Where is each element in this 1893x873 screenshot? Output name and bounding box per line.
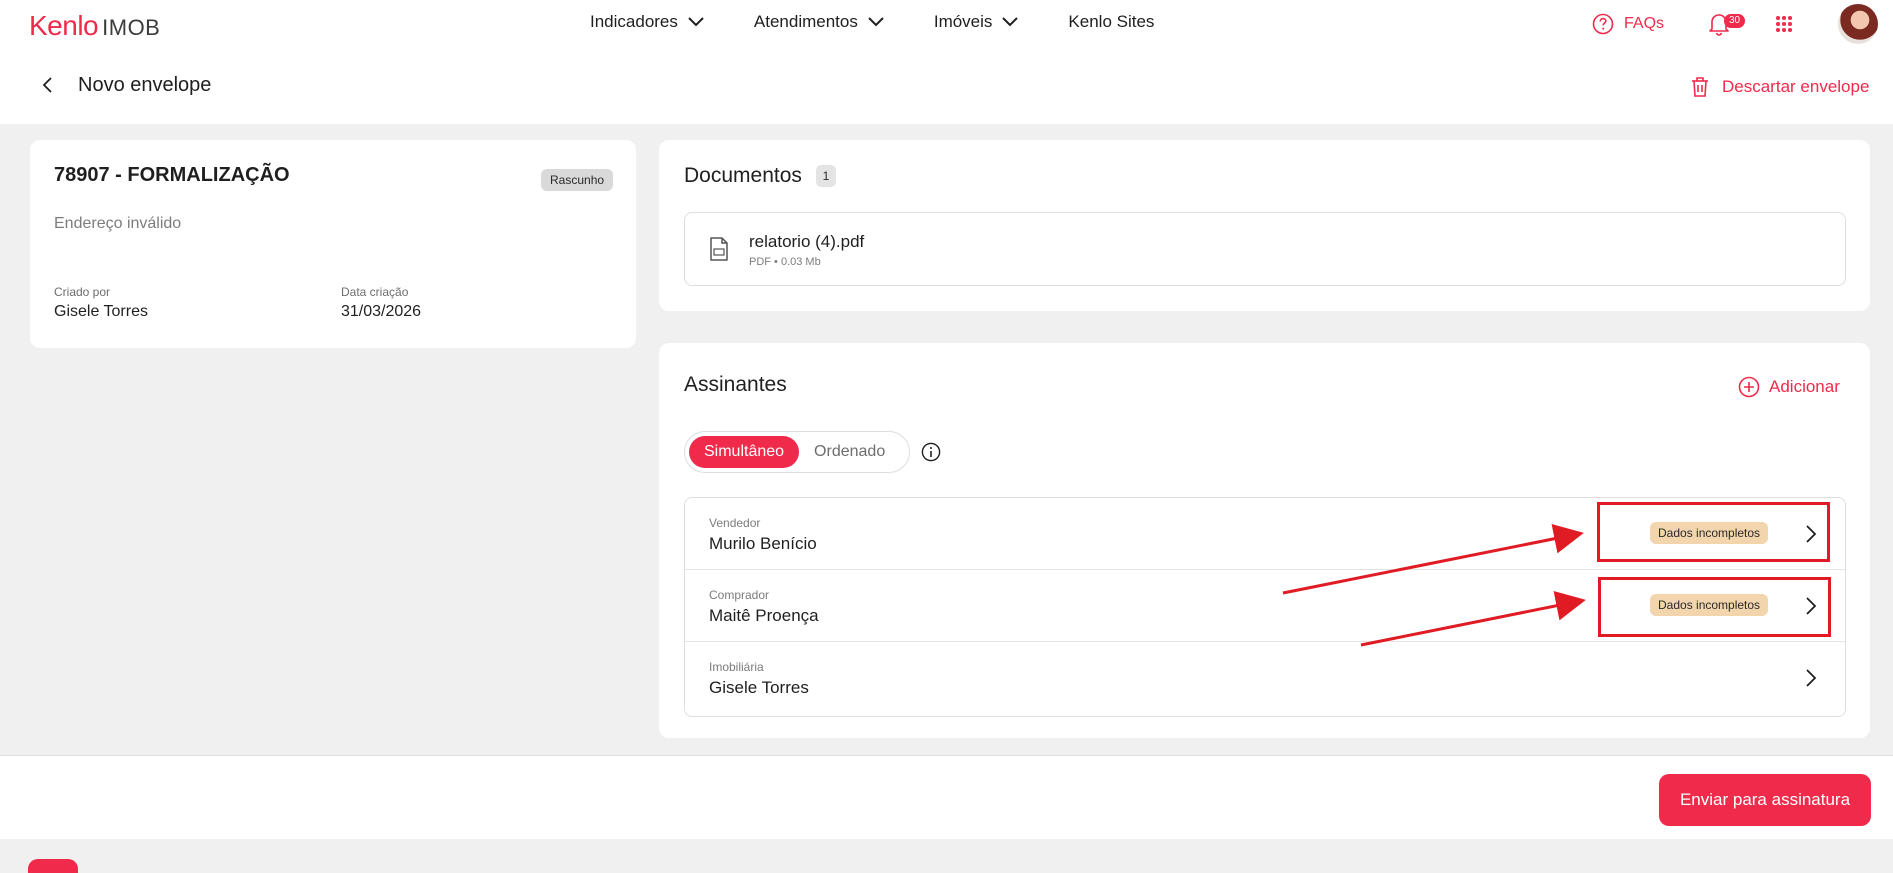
page-header: Novo envelope Descartar envelope — [0, 48, 1893, 124]
chevron-down-icon — [1002, 17, 1019, 27]
chat-widget-tab[interactable] — [28, 859, 78, 873]
signer-name: Gisele Torres — [709, 678, 809, 697]
chevron-down-icon — [868, 17, 884, 27]
nav-item-atendimentos[interactable]: Atendimentos — [754, 12, 884, 32]
logo-product: IMOB — [102, 15, 161, 40]
signer-row-imobiliaria[interactable]: Imobiliária Gisele Torres — [685, 642, 1845, 714]
send-for-signature-button[interactable]: Enviar para assinatura — [1659, 774, 1871, 826]
highlight-box — [1597, 502, 1830, 562]
signer-name: Murilo Benício — [709, 534, 817, 553]
nav-item-label: Kenlo Sites — [1068, 12, 1155, 31]
main-nav: Indicadores Atendimentos Imóveis Kenlo S… — [590, 12, 1204, 32]
signers-title: Assinantes — [684, 373, 787, 396]
faqs-label: FAQs — [1624, 15, 1665, 32]
mode-option-simultaneo[interactable]: Simultâneo — [689, 436, 800, 468]
discard-label: Descartar envelope — [1722, 77, 1870, 96]
signing-mode-toggle: Simultâneo Ordenado — [684, 431, 910, 473]
envelope-address: Endereço inválido — [54, 215, 182, 232]
logo-brand: Kenlo — [29, 10, 99, 41]
pdf-file-icon — [710, 237, 728, 261]
created-date-label: Data criação — [341, 285, 409, 299]
faqs-link[interactable]: FAQs — [1592, 13, 1664, 35]
highlight-box — [1598, 577, 1831, 637]
nav-item-indicadores[interactable]: Indicadores — [590, 12, 704, 32]
page-footer: Enviar para assinatura — [0, 755, 1893, 839]
signer-role: Imobiliária — [709, 660, 764, 674]
envelope-summary-card: 78907 - FORMALIZAÇÃO Rascunho Endereço i… — [30, 140, 636, 348]
signer-role: Comprador — [709, 588, 770, 602]
info-icon[interactable] — [921, 442, 941, 462]
documents-card: Documentos 1 relatorio (4).pdf PDF • 0.0… — [659, 140, 1870, 311]
chevron-down-icon — [688, 17, 704, 27]
add-signer-label: Adicionar — [1769, 377, 1840, 396]
add-signer-button[interactable]: Adicionar — [1738, 376, 1840, 398]
plus-circle-icon — [1738, 376, 1760, 398]
document-item[interactable]: relatorio (4).pdf PDF • 0.03 Mb — [684, 212, 1846, 286]
help-circle-icon — [1592, 13, 1614, 35]
nav-item-imoveis[interactable]: Imóveis — [934, 12, 1019, 32]
top-navigation-bar: Kenlo IMOB Indicadores Atendimentos Imóv… — [0, 0, 1893, 48]
signer-name: Maitê Proença — [709, 606, 819, 625]
nav-item-label: Imóveis — [933, 12, 993, 31]
documents-title: Documentos — [684, 164, 802, 187]
nav-item-label: Atendimentos — [753, 12, 858, 31]
envelope-title: 78907 - FORMALIZAÇÃO — [54, 164, 290, 186]
documents-count-badge: 1 — [816, 165, 836, 187]
status-badge: Rascunho — [541, 169, 614, 191]
document-name: relatorio (4).pdf — [749, 232, 865, 251]
nav-item-kenlo-sites[interactable]: Kenlo Sites — [1068, 12, 1154, 32]
discard-envelope-button[interactable]: Descartar envelope — [1690, 76, 1869, 98]
back-arrow-icon[interactable] — [41, 76, 53, 94]
page-title: Novo envelope — [78, 74, 212, 96]
nav-item-label: Indicadores — [590, 12, 678, 31]
apps-grid-icon[interactable] — [1775, 15, 1793, 33]
mode-option-ordenado[interactable]: Ordenado — [799, 436, 900, 468]
signer-role: Vendedor — [709, 516, 761, 530]
trash-icon — [1692, 77, 1708, 97]
kenlo-imob-logo[interactable]: Kenlo IMOB — [29, 10, 160, 42]
chevron-right-icon — [1806, 669, 1817, 687]
created-by-label: Criado por — [54, 285, 111, 299]
notification-count-badge: 30 — [1724, 14, 1746, 28]
created-by-value: Gisele Torres — [54, 303, 148, 320]
document-meta: PDF • 0.03 Mb — [749, 256, 821, 268]
user-avatar[interactable] — [1838, 4, 1878, 44]
created-date-value: 31/03/2026 — [341, 303, 422, 320]
